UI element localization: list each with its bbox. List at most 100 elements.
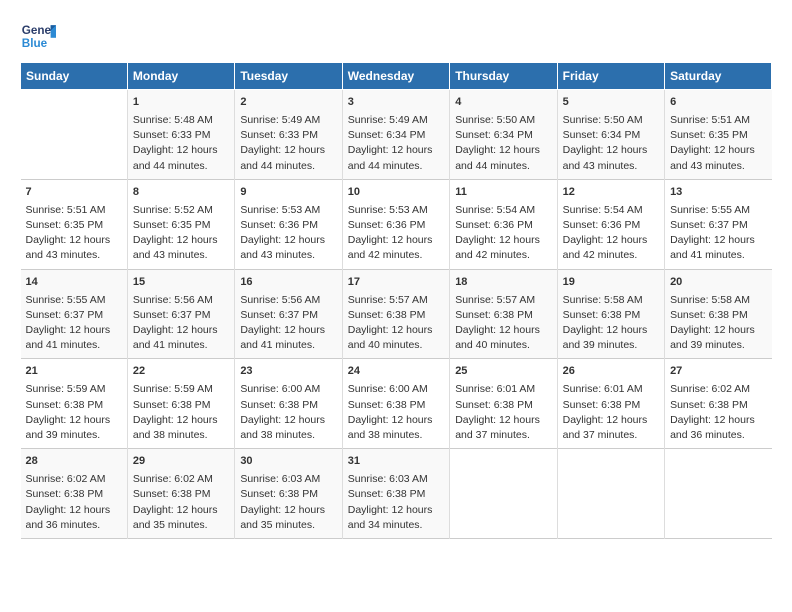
- header: General Blue: [20, 18, 772, 54]
- week-row-1: 1Sunrise: 5:48 AMSunset: 6:33 PMDaylight…: [21, 90, 772, 180]
- day-info: Daylight: 12 hours: [455, 413, 551, 428]
- day-info: Sunrise: 5:59 AM: [26, 382, 122, 397]
- day-info: and 37 minutes.: [455, 428, 551, 443]
- day-info: Sunrise: 5:49 AM: [240, 113, 336, 128]
- day-info: Daylight: 12 hours: [26, 233, 122, 248]
- day-info: Daylight: 12 hours: [240, 413, 336, 428]
- day-number: 28: [26, 454, 122, 470]
- day-number: 27: [670, 364, 766, 380]
- day-number: 9: [240, 185, 336, 201]
- day-info: Sunset: 6:35 PM: [26, 218, 122, 233]
- day-info: Sunrise: 6:01 AM: [563, 382, 659, 397]
- day-info: Sunrise: 6:02 AM: [133, 472, 229, 487]
- day-info: Daylight: 12 hours: [348, 143, 444, 158]
- day-number: 3: [348, 95, 444, 111]
- day-info: and 43 minutes.: [240, 248, 336, 263]
- calendar-cell: 10Sunrise: 5:53 AMSunset: 6:36 PMDayligh…: [342, 179, 449, 269]
- calendar-cell: [557, 449, 664, 539]
- calendar-cell: 5Sunrise: 5:50 AMSunset: 6:34 PMDaylight…: [557, 90, 664, 180]
- day-info: and 43 minutes.: [670, 159, 766, 174]
- day-info: Daylight: 12 hours: [133, 413, 229, 428]
- day-info: Daylight: 12 hours: [133, 143, 229, 158]
- calendar-cell: 18Sunrise: 5:57 AMSunset: 6:38 PMDayligh…: [450, 269, 557, 359]
- day-info: and 41 minutes.: [133, 338, 229, 353]
- day-info: Sunrise: 6:01 AM: [455, 382, 551, 397]
- calendar-cell: 20Sunrise: 5:58 AMSunset: 6:38 PMDayligh…: [665, 269, 772, 359]
- week-row-4: 21Sunrise: 5:59 AMSunset: 6:38 PMDayligh…: [21, 359, 772, 449]
- day-info: Daylight: 12 hours: [26, 503, 122, 518]
- day-number: 16: [240, 275, 336, 291]
- day-info: and 39 minutes.: [563, 338, 659, 353]
- calendar-cell: 24Sunrise: 6:00 AMSunset: 6:38 PMDayligh…: [342, 359, 449, 449]
- day-number: 1: [133, 95, 229, 111]
- day-info: Sunset: 6:36 PM: [563, 218, 659, 233]
- day-info: Sunset: 6:35 PM: [133, 218, 229, 233]
- day-info: and 42 minutes.: [348, 248, 444, 263]
- calendar-cell: 12Sunrise: 5:54 AMSunset: 6:36 PMDayligh…: [557, 179, 664, 269]
- day-info: and 43 minutes.: [133, 248, 229, 263]
- calendar-cell: [665, 449, 772, 539]
- day-info: Sunrise: 5:57 AM: [348, 293, 444, 308]
- day-number: 20: [670, 275, 766, 291]
- day-info: Sunrise: 5:49 AM: [348, 113, 444, 128]
- day-info: Sunset: 6:38 PM: [240, 398, 336, 413]
- day-info: Sunrise: 5:54 AM: [563, 203, 659, 218]
- calendar-cell: 13Sunrise: 5:55 AMSunset: 6:37 PMDayligh…: [665, 179, 772, 269]
- calendar-table: SundayMondayTuesdayWednesdayThursdayFrid…: [20, 62, 772, 539]
- day-info: Sunrise: 6:00 AM: [348, 382, 444, 397]
- day-info: and 41 minutes.: [240, 338, 336, 353]
- calendar-cell: 3Sunrise: 5:49 AMSunset: 6:34 PMDaylight…: [342, 90, 449, 180]
- calendar-header-row: SundayMondayTuesdayWednesdayThursdayFrid…: [21, 63, 772, 90]
- day-info: and 36 minutes.: [26, 518, 122, 533]
- day-number: 17: [348, 275, 444, 291]
- day-info: Sunrise: 5:59 AM: [133, 382, 229, 397]
- day-info: Sunset: 6:38 PM: [563, 398, 659, 413]
- calendar-cell: 8Sunrise: 5:52 AMSunset: 6:35 PMDaylight…: [127, 179, 234, 269]
- calendar-cell: 15Sunrise: 5:56 AMSunset: 6:37 PMDayligh…: [127, 269, 234, 359]
- calendar-cell: 30Sunrise: 6:03 AMSunset: 6:38 PMDayligh…: [235, 449, 342, 539]
- day-info: Sunset: 6:33 PM: [133, 128, 229, 143]
- day-info: Daylight: 12 hours: [348, 233, 444, 248]
- day-number: 25: [455, 364, 551, 380]
- logo-icon: General Blue: [20, 18, 56, 54]
- week-row-2: 7Sunrise: 5:51 AMSunset: 6:35 PMDaylight…: [21, 179, 772, 269]
- day-info: and 39 minutes.: [26, 428, 122, 443]
- day-number: 15: [133, 275, 229, 291]
- day-info: and 40 minutes.: [348, 338, 444, 353]
- day-info: Sunrise: 5:53 AM: [348, 203, 444, 218]
- day-info: Sunset: 6:35 PM: [670, 128, 766, 143]
- day-info: Sunset: 6:34 PM: [563, 128, 659, 143]
- svg-text:Blue: Blue: [22, 37, 48, 50]
- calendar-cell: 23Sunrise: 6:00 AMSunset: 6:38 PMDayligh…: [235, 359, 342, 449]
- day-number: 4: [455, 95, 551, 111]
- day-info: and 44 minutes.: [133, 159, 229, 174]
- day-info: Sunset: 6:36 PM: [348, 218, 444, 233]
- calendar-cell: 19Sunrise: 5:58 AMSunset: 6:38 PMDayligh…: [557, 269, 664, 359]
- day-info: Daylight: 12 hours: [670, 233, 766, 248]
- day-info: and 40 minutes.: [455, 338, 551, 353]
- day-info: Daylight: 12 hours: [670, 143, 766, 158]
- calendar-cell: 2Sunrise: 5:49 AMSunset: 6:33 PMDaylight…: [235, 90, 342, 180]
- day-number: 7: [26, 185, 122, 201]
- day-info: Daylight: 12 hours: [133, 323, 229, 338]
- day-info: Sunset: 6:38 PM: [455, 308, 551, 323]
- day-info: and 35 minutes.: [133, 518, 229, 533]
- day-info: Sunrise: 5:50 AM: [563, 113, 659, 128]
- day-info: Daylight: 12 hours: [455, 323, 551, 338]
- day-info: Sunset: 6:36 PM: [240, 218, 336, 233]
- day-info: Daylight: 12 hours: [670, 323, 766, 338]
- day-info: Sunset: 6:38 PM: [26, 398, 122, 413]
- day-info: Sunset: 6:37 PM: [133, 308, 229, 323]
- day-info: Daylight: 12 hours: [563, 143, 659, 158]
- day-info: and 43 minutes.: [26, 248, 122, 263]
- calendar-cell: 31Sunrise: 6:03 AMSunset: 6:38 PMDayligh…: [342, 449, 449, 539]
- calendar-cell: 7Sunrise: 5:51 AMSunset: 6:35 PMDaylight…: [21, 179, 128, 269]
- day-info: Sunrise: 5:54 AM: [455, 203, 551, 218]
- day-info: and 38 minutes.: [348, 428, 444, 443]
- day-info: Sunrise: 5:48 AM: [133, 113, 229, 128]
- day-number: 6: [670, 95, 766, 111]
- day-number: 30: [240, 454, 336, 470]
- day-number: 14: [26, 275, 122, 291]
- day-info: Sunrise: 5:58 AM: [670, 293, 766, 308]
- day-info: Sunset: 6:38 PM: [133, 487, 229, 502]
